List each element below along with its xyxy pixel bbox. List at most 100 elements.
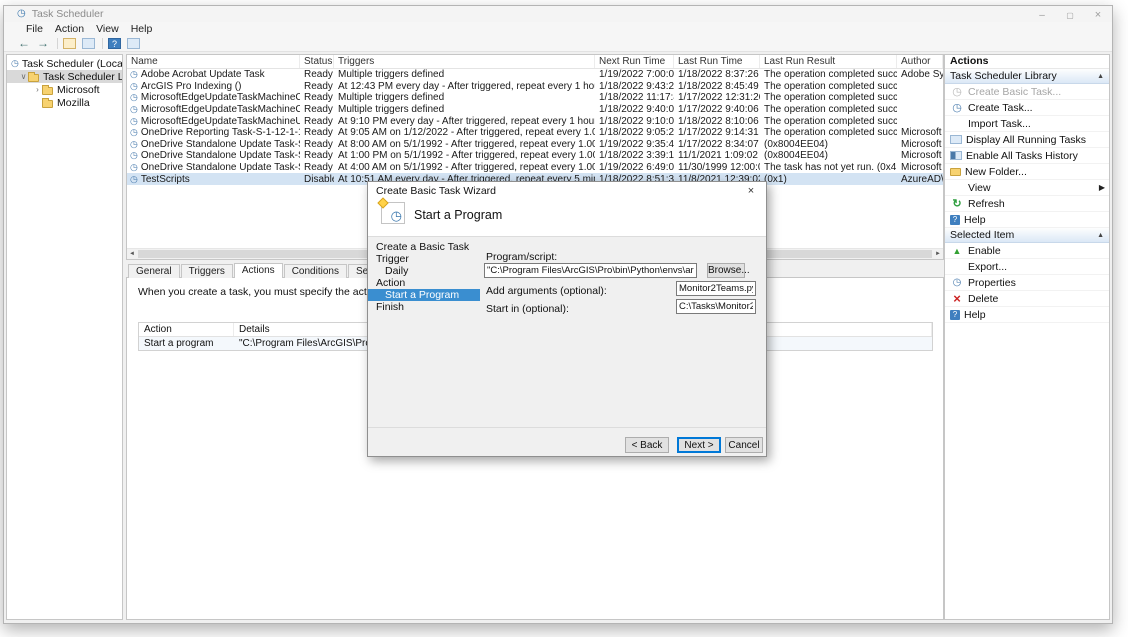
task-list-header: Name Status Triggers Next Run Time Last … <box>127 55 943 69</box>
task-status: Ready <box>300 127 334 138</box>
task-next-run: 1/19/2022 6:49:00 AM <box>595 162 674 173</box>
wizard-nav-item[interactable]: Start a Program <box>368 289 480 301</box>
collapse-icon[interactable]: ▲ <box>1097 232 1104 239</box>
create-basic-task-icon: ◷ <box>381 202 405 224</box>
detail-tab[interactable]: Triggers <box>181 264 233 278</box>
browse-button[interactable]: Browse... <box>707 263 745 278</box>
tree-item[interactable]: › Microsoft <box>7 83 122 96</box>
table-row[interactable]: ◷OneDrive Reporting Task-S-1-12-1-148139… <box>127 127 943 139</box>
action-menu-item[interactable]: Import Task... <box>945 116 1109 132</box>
cancel-button[interactable]: Cancel <box>725 437 763 453</box>
minimize-button[interactable] <box>1028 10 1056 21</box>
action-menu-item[interactable]: Export... <box>945 259 1109 275</box>
column-header-last-run[interactable]: Last Run Time <box>674 55 760 68</box>
wizard-nav-item[interactable]: Action <box>368 277 480 289</box>
task-next-run: 1/18/2022 9:05:24 AM <box>595 127 674 138</box>
detail-tab[interactable]: Conditions <box>284 264 347 278</box>
next-button[interactable]: Next > <box>677 437 721 453</box>
forward-icon[interactable] <box>37 37 49 49</box>
column-header-next-run[interactable]: Next Run Time <box>595 55 674 68</box>
action-menu-item[interactable]: View ▶ <box>945 180 1109 196</box>
folder-icon <box>42 100 53 108</box>
scroll-left-icon[interactable] <box>127 251 137 257</box>
console-tree-toggle-icon[interactable] <box>63 38 76 49</box>
table-row[interactable]: ◷MicrosoftEdgeUpdateTaskMachineUA Ready … <box>127 115 943 127</box>
close-button[interactable] <box>1084 9 1112 21</box>
wizard-nav-item[interactable]: Create a Basic Task <box>368 241 480 253</box>
action-menu-item[interactable]: Create Task... <box>945 100 1109 116</box>
table-row[interactable]: ◷Adobe Acrobat Update Task Ready Multipl… <box>127 69 943 81</box>
task-name-cell: ◷Adobe Acrobat Update Task <box>127 69 300 80</box>
section-header-selected-item[interactable]: Selected Item ▲ <box>945 228 1109 243</box>
column-header-author[interactable]: Author <box>897 55 943 68</box>
task-name-cell: ◷OneDrive Standalone Update Task-S-1-5-2… <box>127 150 300 161</box>
clock-icon: ◷ <box>11 59 19 68</box>
task-name: TestScripts <box>141 174 190 185</box>
table-row[interactable]: ◷MicrosoftEdgeUpdateTaskMachineCore Read… <box>127 92 943 104</box>
menu-item[interactable]: File <box>20 23 49 35</box>
menu-item[interactable]: View <box>90 23 125 35</box>
column-header-result[interactable]: Last Run Result <box>760 55 897 68</box>
tree-root-task-scheduler-local[interactable]: ◷ Task Scheduler (Local) <box>7 57 122 70</box>
table-row[interactable]: ◷MicrosoftEdgeUpdateTaskMachineCore1d7cf… <box>127 104 943 116</box>
action-menu-item[interactable]: Create Basic Task... <box>945 84 1109 100</box>
tree-item[interactable]: Mozilla <box>7 96 122 109</box>
wizard-close-icon[interactable] <box>736 182 766 200</box>
column-header-status[interactable]: Status <box>300 55 334 68</box>
action-menu-item[interactable]: Properties <box>945 275 1109 291</box>
action-menu-item[interactable]: Enable <box>945 243 1109 259</box>
menu-item[interactable]: Help <box>125 23 159 35</box>
task-next-run: 1/18/2022 9:40:06 PM <box>595 104 674 115</box>
tree-expander-icon[interactable]: › <box>33 85 42 94</box>
enable-icon <box>950 245 964 257</box>
add-arguments-input[interactable] <box>676 281 756 296</box>
task-author: Adobe Syste <box>897 69 943 80</box>
detail-tab[interactable]: Actions <box>234 263 283 278</box>
task-icon: ◷ <box>130 128 138 137</box>
column-header-name[interactable]: Name <box>127 55 300 68</box>
table-row[interactable]: ◷OneDrive Standalone Update Task-S-1-12-… <box>127 139 943 151</box>
show-window-icon[interactable] <box>82 38 95 49</box>
scroll-right-icon[interactable] <box>933 251 943 257</box>
task-status: Ready <box>300 139 334 150</box>
back-button[interactable]: < Back <box>625 437 669 453</box>
task-icon: ◷ <box>130 70 138 79</box>
wizard-nav-item[interactable]: Trigger <box>368 253 480 265</box>
help-icon[interactable]: ? <box>108 38 121 49</box>
folder-icon <box>42 87 53 95</box>
task-status: Ready <box>300 162 334 173</box>
task-name: OneDrive Reporting Task-S-1-12-1-1481391… <box>141 127 300 138</box>
table-row[interactable]: ◷ArcGIS Pro Indexing () Ready At 12:43 P… <box>127 81 943 93</box>
wizard-nav-item[interactable]: Finish <box>368 301 480 313</box>
back-icon[interactable] <box>18 37 30 49</box>
tree-expander-icon[interactable]: ∨ <box>19 72 28 81</box>
collapse-icon[interactable]: ▲ <box>1097 73 1104 80</box>
column-header-action[interactable]: Action <box>139 323 234 336</box>
task-triggers: At 4:00 AM on 5/1/1992 - After triggered… <box>334 162 595 173</box>
refresh-icon <box>950 198 964 210</box>
tree-item[interactable]: ∨ Task Scheduler Library <box>7 70 122 83</box>
wizard-nav-item[interactable]: Daily <box>368 265 480 277</box>
action-menu-item[interactable]: Help <box>945 212 1109 228</box>
program-script-input[interactable] <box>484 263 697 278</box>
start-in-input[interactable] <box>676 299 756 314</box>
help-icon <box>950 310 960 320</box>
section-header-library[interactable]: Task Scheduler Library ▲ <box>945 69 1109 84</box>
action-menu-item[interactable]: Display All Running Tasks <box>945 132 1109 148</box>
task-scheduler-window: ◷ Task Scheduler FileActionViewHelp ? ◷ … <box>3 5 1113 624</box>
table-row[interactable]: ◷OneDrive Standalone Update Task-S-1-5-2… <box>127 162 943 174</box>
maximize-button[interactable] <box>1056 10 1084 21</box>
action-menu-item[interactable]: Delete <box>945 291 1109 307</box>
create-basic-task-wizard: Create Basic Task Wizard ◷ Start a Progr… <box>367 181 767 457</box>
task-name: OneDrive Standalone Update Task-S-1-5-21… <box>141 150 300 161</box>
menu-item[interactable]: Action <box>49 23 90 35</box>
show-action-pane-icon[interactable] <box>127 38 140 49</box>
action-menu-item[interactable]: Help <box>945 307 1109 323</box>
column-header-triggers[interactable]: Triggers <box>334 55 595 68</box>
action-menu-item[interactable]: Refresh <box>945 196 1109 212</box>
task-triggers: Multiple triggers defined <box>334 92 595 103</box>
action-menu-item[interactable]: Enable All Tasks History <box>945 148 1109 164</box>
table-row[interactable]: ◷OneDrive Standalone Update Task-S-1-5-2… <box>127 150 943 162</box>
action-menu-item[interactable]: New Folder... <box>945 164 1109 180</box>
detail-tab[interactable]: General <box>128 264 180 278</box>
